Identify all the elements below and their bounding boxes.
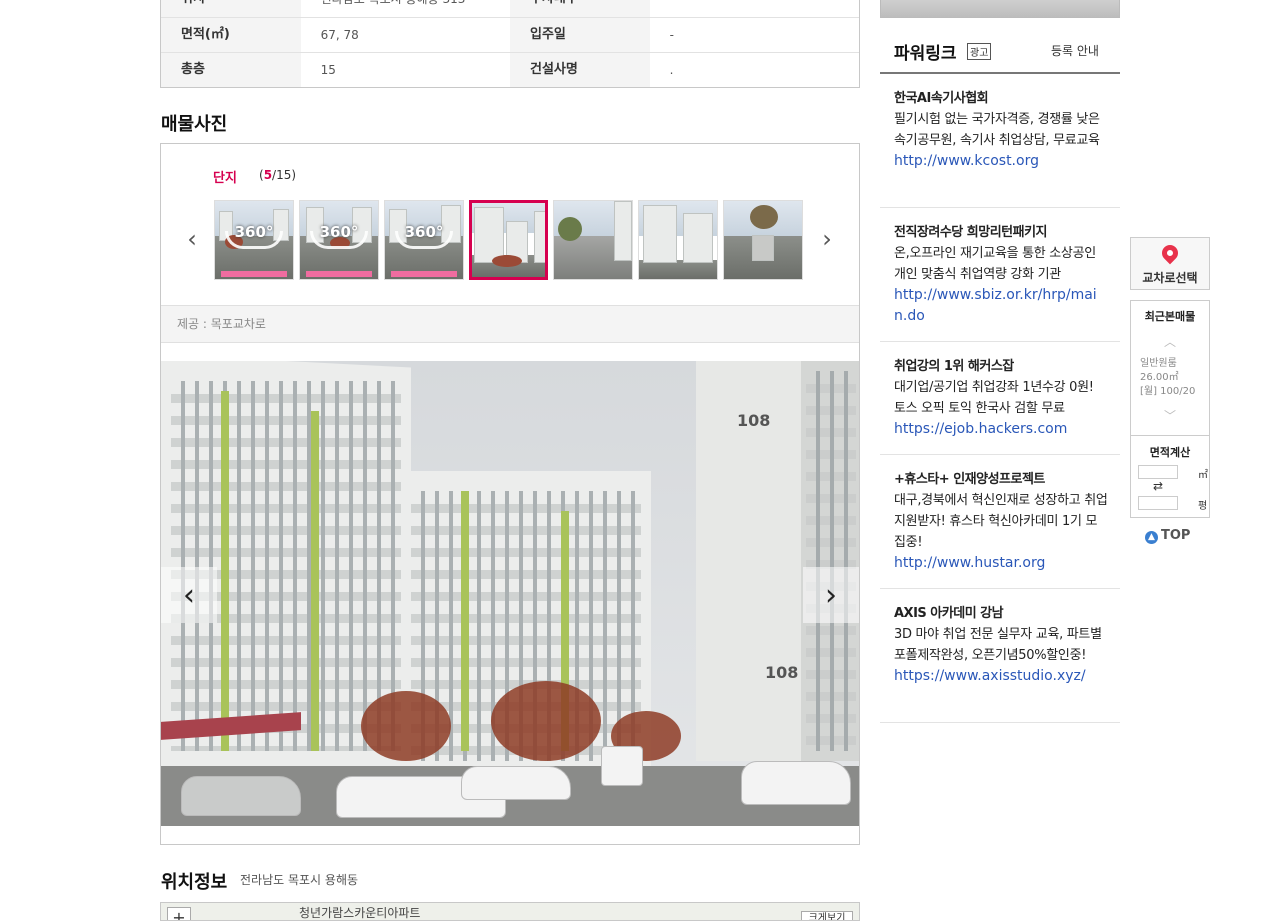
- thumbnail-strip: 360° 360° 360°: [214, 200, 803, 280]
- thumbnail-4-selected[interactable]: [469, 200, 548, 280]
- ad-item[interactable]: 전직장려수당 희망리턴패키지 온,오프라인 재기교육을 통한 소상공인 개인 맞…: [880, 222, 1120, 342]
- arrow-up-icon: ▲: [1145, 531, 1158, 544]
- ad-title[interactable]: AXIS 아카데미 강남: [894, 603, 1108, 624]
- ad-url[interactable]: https://www.axisstudio.xyz/: [894, 666, 1108, 687]
- ad-title[interactable]: +휴스타+ 인재양성프로젝트: [894, 469, 1108, 490]
- building-number: 108: [737, 411, 771, 430]
- ad-title[interactable]: 전직장려수당 희망리턴패키지: [894, 222, 1108, 243]
- ad-title[interactable]: 취업강의 1위 해커스잡: [894, 356, 1108, 377]
- ad-description: 필기시험 없는 국가자격증, 경쟁률 낮은 속기공무원, 속기사 취업상담, 무…: [894, 112, 1100, 148]
- location-pin-icon: [1158, 241, 1182, 265]
- info-label: 총층: [161, 53, 301, 87]
- recent-item[interactable]: 일반원룸 26.00㎡ [월] 100/20: [1140, 357, 1195, 399]
- info-label: 주차대수: [510, 0, 650, 17]
- info-value: .: [669, 63, 674, 77]
- powerlink-header: 파워링크 광고 등록 안내: [880, 36, 1120, 74]
- ad-item[interactable]: 한국AI속기사협회 필기시험 없는 국가자격증, 경쟁률 낮은 속기공무원, 속…: [880, 88, 1120, 208]
- ad-item[interactable]: +휴스타+ 인재양성프로젝트 대구,경북에서 혁신인재로 성장하고 취업 지원받…: [880, 469, 1120, 589]
- m2-unit: ㎡: [1198, 470, 1208, 481]
- route-select-button[interactable]: 교차로선택: [1130, 237, 1210, 290]
- thumbnail-5[interactable]: [553, 200, 633, 280]
- photo-next-icon[interactable]: ›: [803, 567, 859, 623]
- thumbnail-7[interactable]: [723, 200, 803, 280]
- tab-complex[interactable]: 단지: [213, 167, 237, 186]
- thumbs-next-icon[interactable]: ›: [817, 224, 837, 254]
- scroll-top-button[interactable]: ▲ TOP: [1145, 528, 1190, 544]
- divider: [1131, 435, 1209, 436]
- thumbs-prev-icon[interactable]: ‹: [182, 224, 202, 254]
- map-enlarge-button[interactable]: 크게보기: [801, 911, 853, 920]
- info-row: 면적(㎡) 67, 78 입주일 -: [161, 17, 859, 52]
- main-photo: 108 108 ‹ ›: [161, 361, 859, 826]
- ad-url[interactable]: https://ejob.hackers.com: [894, 419, 1108, 440]
- counter-current: 5: [263, 168, 273, 182]
- info-label: 건설사명: [510, 53, 650, 87]
- info-row: 위치 전라남도 목포시 용해동 313 주차대수: [161, 0, 859, 17]
- thumbnail-6[interactable]: [638, 200, 718, 280]
- recent-item-type: 일반원룸: [1140, 358, 1177, 369]
- recent-viewed-panel: 최근본매물 ︿ 일반원룸 26.00㎡ [월] 100/20 ﹀ 면적계산 ㎡ …: [1130, 300, 1210, 518]
- ad-title[interactable]: 한국AI속기사협회: [894, 88, 1108, 109]
- ad-url[interactable]: http://www.hustar.org: [894, 553, 1108, 574]
- ad-description: 대기업/공기업 취업강좌 1년수강 0원! 토스 오픽 토익 한국사 검할 무료: [894, 380, 1094, 416]
- sidebar-banner[interactable]: [880, 0, 1120, 18]
- thumbnail-2[interactable]: 360°: [299, 200, 379, 280]
- map-place-label: 청년가람스카운티아파트: [299, 906, 421, 920]
- route-select-label: 교차로선택: [1142, 271, 1198, 285]
- info-value: 전라남도 목포시 용해동 313: [301, 0, 510, 17]
- photo-prev-icon[interactable]: ‹: [161, 567, 217, 623]
- thumbnail-3[interactable]: 360°: [384, 200, 464, 280]
- info-label: 입주일: [510, 18, 650, 52]
- counter-total: /15): [272, 168, 297, 182]
- chevron-down-icon[interactable]: ﹀: [1131, 407, 1209, 424]
- recent-item-price: [월] 100/20: [1140, 386, 1196, 397]
- chevron-up-icon[interactable]: ︿: [1131, 333, 1209, 350]
- info-row: 총층 15 건설사명 .: [161, 52, 859, 87]
- location-address: 전라남도 목포시 용해동: [240, 873, 359, 887]
- swap-icon[interactable]: ⇄: [1153, 479, 1163, 493]
- photo-counter: (5/15): [259, 168, 296, 182]
- ad-item[interactable]: 취업강의 1위 해커스잡 대기업/공기업 취업강좌 1년수강 0원! 토스 오픽…: [880, 356, 1120, 455]
- info-label: 면적(㎡): [161, 18, 301, 52]
- top-label: TOP: [1161, 528, 1191, 543]
- register-guide-link[interactable]: 등록 안내: [1051, 42, 1099, 59]
- recent-viewed-title: 최근본매물: [1144, 310, 1196, 323]
- ad-url[interactable]: http://www.kcost.org: [894, 151, 1108, 172]
- building-number: 108: [765, 663, 799, 682]
- info-value: 15: [320, 63, 336, 77]
- recent-item-area: 26.00㎡: [1140, 372, 1179, 383]
- info-label: 위치: [161, 0, 301, 17]
- ad-url[interactable]: http://www.sbiz.or.kr/hrp/main.do: [894, 285, 1108, 327]
- ad-description: 대구,경북에서 혁신인재로 성장하고 취업 지원받자! 휴스타 혁신아카데미 1…: [894, 493, 1108, 550]
- ad-tag: 광고: [967, 43, 992, 60]
- location-map[interactable]: + 청년가람스카운티아파트 크게보기: [160, 902, 860, 921]
- pyeong-unit: 평: [1198, 501, 1208, 512]
- ad-description: 3D 마야 취업 전문 실무자 교육, 파트별 포폴제작완성, 오픈기념50%할…: [894, 627, 1102, 663]
- thumbnail-1[interactable]: 360°: [214, 200, 294, 280]
- badge-360: 360°: [404, 223, 444, 241]
- location-section-title: 위치정보: [161, 872, 228, 893]
- ad-item[interactable]: AXIS 아카데미 강남 3D 마야 취업 전문 실무자 교육, 파트별 포폴제…: [880, 603, 1120, 723]
- photo-credit: 제공 : 목포교차로: [161, 305, 859, 343]
- info-value: [650, 0, 859, 17]
- powerlink-title: 파워링크: [894, 44, 957, 64]
- area-calc-title: 면적계산: [1149, 446, 1191, 459]
- photo-gallery: 단지 (5/15) ‹ › 360° 360° 360° 제공: 목포교차로 …: [160, 143, 860, 845]
- pyeong-input[interactable]: [1138, 496, 1178, 510]
- ad-description: 온,오프라인 재기교육을 통한 소상공인 개인 맞춤식 취업역량 강화 기관: [894, 246, 1096, 282]
- badge-360: 360°: [234, 223, 274, 241]
- info-value: 67, 78: [320, 28, 359, 42]
- map-zoom-in-button[interactable]: +: [167, 907, 191, 920]
- property-info-table: 위치 전라남도 목포시 용해동 313 주차대수 면적(㎡) 67, 78 입주…: [160, 0, 860, 88]
- photos-section-title: 매물사진: [161, 114, 228, 135]
- info-value: -: [669, 28, 674, 42]
- badge-360: 360°: [319, 223, 359, 241]
- m2-input[interactable]: [1138, 465, 1178, 479]
